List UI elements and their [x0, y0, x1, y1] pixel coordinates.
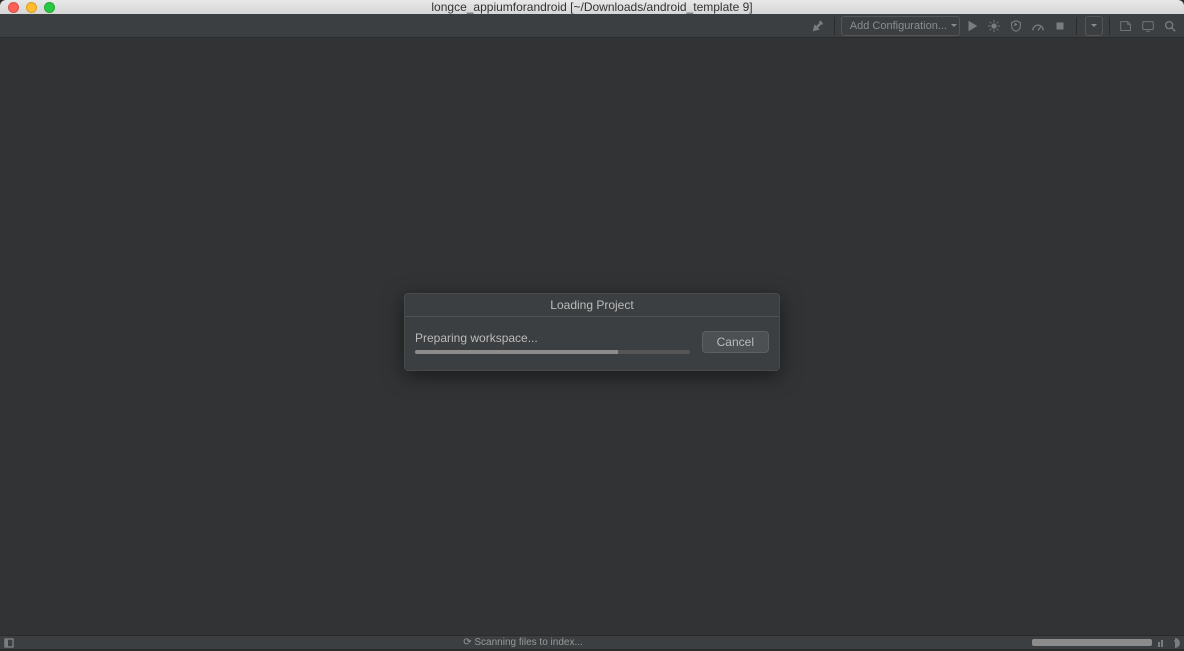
run-icon[interactable]: [962, 16, 982, 36]
progress-fill: [415, 350, 618, 354]
coverage-icon[interactable]: [1006, 16, 1026, 36]
progress-label: Preparing workspace...: [415, 331, 690, 345]
progress-block: Preparing workspace...: [415, 331, 690, 354]
stop-icon[interactable]: [1050, 16, 1070, 36]
dialog-body: Preparing workspace... Cancel: [405, 317, 779, 370]
search-icon[interactable]: [1160, 16, 1180, 36]
config-label: Add Configuration...: [850, 20, 947, 32]
status-bar: ⟳ Scanning files to index...: [0, 635, 1184, 649]
profile-icon[interactable]: [1028, 16, 1048, 36]
dialog-title: Loading Project: [405, 294, 779, 317]
memory-indicator-icon[interactable]: [1156, 638, 1166, 648]
progress-bar: [415, 350, 690, 354]
cancel-button[interactable]: Cancel: [702, 331, 769, 353]
inspection-icon[interactable]: [1170, 638, 1180, 648]
status-left: [0, 638, 14, 648]
toolbar-separator: [1076, 17, 1077, 35]
toolbar-separator: [1109, 17, 1110, 35]
main-toolbar: Add Configuration...: [0, 14, 1184, 38]
status-right: [1032, 638, 1184, 648]
status-progress-fill: [1032, 639, 1152, 646]
sync-icon[interactable]: [1116, 16, 1136, 36]
status-message: Scanning files to index...: [474, 637, 582, 648]
avd-icon[interactable]: [1138, 16, 1158, 36]
spinner-icon: ⟳: [463, 637, 474, 648]
more-dropdown[interactable]: [1085, 16, 1103, 36]
status-progress-bar[interactable]: [1032, 639, 1152, 646]
window-title: longce_appiumforandroid [~/Downloads/and…: [0, 0, 1184, 14]
run-configuration-selector[interactable]: Add Configuration...: [841, 16, 960, 36]
loading-project-dialog: Loading Project Preparing workspace... C…: [404, 293, 780, 371]
debug-icon[interactable]: [984, 16, 1004, 36]
mac-titlebar: longce_appiumforandroid [~/Downloads/and…: [0, 0, 1184, 14]
toolbar-separator: [834, 17, 835, 35]
show-hide-icon[interactable]: [4, 638, 14, 648]
status-center: ⟳ Scanning files to index...: [14, 637, 1032, 648]
build-icon[interactable]: [808, 16, 828, 36]
